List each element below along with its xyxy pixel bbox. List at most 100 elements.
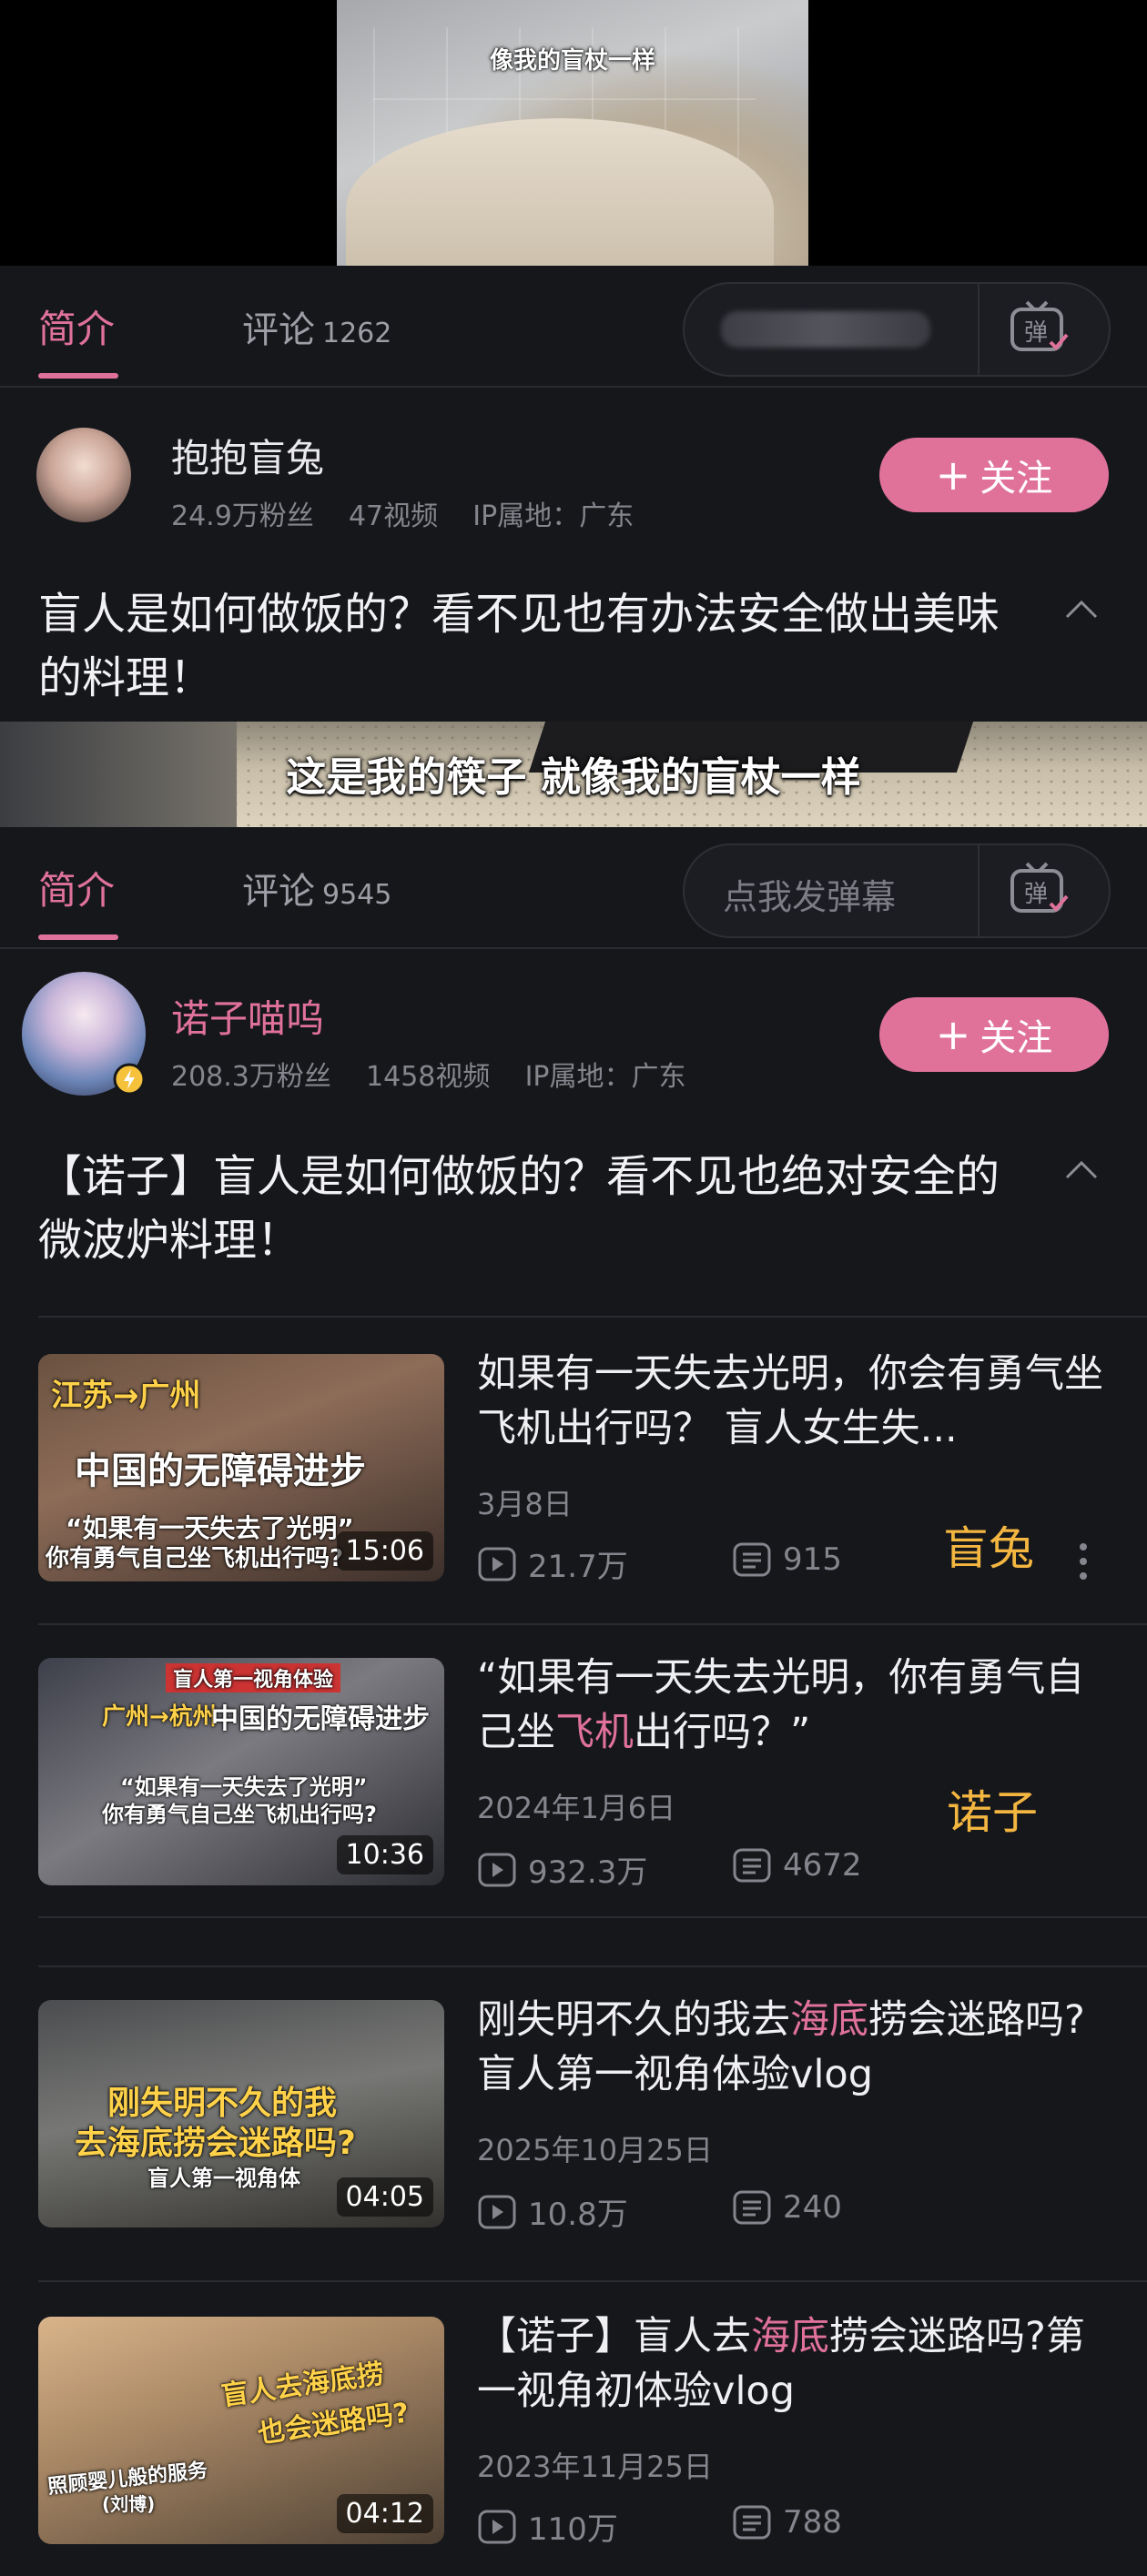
- author-fans: 24.9万粉丝: [171, 500, 314, 532]
- video-card-title[interactable]: 刚失明不久的我去海底捞会迷路吗?盲人第一视角体验vlog: [477, 1993, 1114, 2102]
- follow-button[interactable]: + 关注: [879, 997, 1109, 1072]
- play-icon: [478, 1547, 516, 1581]
- play-count-value: 10.8万: [528, 2197, 628, 2233]
- verified-badge-icon: [113, 1063, 146, 1096]
- video-thumbnail[interactable]: 江苏→广州 中国的无障碍进步 “如果有一天失去了光明” 你有勇气自己坐飞机出行吗…: [38, 1354, 444, 1581]
- danmaku-icon: [733, 1542, 771, 1577]
- title-part: 出行吗？”: [634, 1710, 811, 1755]
- danmaku-placeholder-blurred: [721, 311, 930, 348]
- tab-intro[interactable]: 简介: [38, 298, 115, 354]
- danmaku-count-value: 915: [783, 1541, 842, 1578]
- danmaku-toggle-icon[interactable]: 弹: [1009, 300, 1071, 355]
- divider: [38, 2280, 1147, 2282]
- plus-icon: +: [935, 450, 971, 500]
- danmaku-count-value: 4672: [783, 1847, 862, 1884]
- follow-button[interactable]: + 关注: [879, 438, 1109, 512]
- danmaku-input[interactable]: 弹: [683, 282, 1111, 377]
- thumb-text: 你有勇气自己坐飞机出行吗?: [102, 1802, 377, 1827]
- video-thumbnail[interactable]: 盲人去海底捞 也会迷路吗? 照顾婴儿般的服务 (刘博) 04:12: [38, 2317, 444, 2544]
- thumb-text: 去海底捞会迷路吗?: [75, 2125, 356, 2162]
- play-count: 110万: [477, 2504, 618, 2549]
- thumb-text: 盲人第一视角体: [147, 2166, 300, 2191]
- plus-icon: +: [935, 1010, 971, 1059]
- tab-comments[interactable]: 评论 9545: [242, 862, 391, 914]
- follow-label: 关注: [980, 1017, 1053, 1059]
- danmaku-divider: [978, 845, 980, 936]
- follow-label: 关注: [980, 458, 1053, 500]
- video-thumbnail[interactable]: 盲人第一视角体验 广州→杭州 中国的无障碍进步 “如果有一天失去了光明” 你有勇…: [38, 1658, 444, 1885]
- play-count-value: 110万: [528, 2511, 618, 2548]
- danmaku-icon: [733, 2190, 771, 2225]
- thumb-text: (刘博): [102, 2493, 156, 2515]
- danmaku-icon: [733, 2505, 771, 2540]
- video-date: 2024年1月6日: [477, 1791, 676, 1825]
- author-ip: IP属地：广东: [524, 1061, 686, 1093]
- divider: [38, 1623, 1147, 1625]
- video-card-title[interactable]: “如果有一天失去光明，你有勇气自己坐飞机出行吗？”: [477, 1651, 1114, 1760]
- play-count-value: 932.3万: [528, 1854, 648, 1891]
- author-fans: 208.3万粉丝: [171, 1061, 331, 1093]
- thumb-text: 中国的无障碍进步: [211, 1703, 430, 1735]
- video-subtitle-mid: 这是我的筷子 就像我的盲杖一样: [286, 754, 861, 801]
- play-count: 932.3万: [477, 1847, 647, 1892]
- tab-comments-label: 评论: [242, 871, 315, 913]
- author-videos: 47视频: [348, 500, 439, 532]
- danmaku-count-value: 788: [783, 2504, 842, 2541]
- title-highlight: 海底: [751, 2314, 829, 2359]
- video-card-title[interactable]: 如果有一天失去光明，你会有勇气坐飞机出行吗？ 盲人女生失...: [477, 1347, 1114, 1456]
- danmaku-count: 240: [732, 2189, 842, 2226]
- divider: [38, 1916, 1147, 1918]
- danmaku-input[interactable]: 点我发弹幕 弹: [683, 844, 1111, 938]
- danmaku-count: 4672: [732, 1847, 862, 1884]
- comment-count: 9545: [322, 879, 392, 911]
- video-subtitle: 像我的盲杖一样: [489, 47, 655, 75]
- play-icon: [478, 2195, 516, 2228]
- tab-intro[interactable]: 简介: [38, 860, 115, 915]
- thumb-text: 盲人第一视角体验: [166, 1663, 341, 1692]
- video-duration: 15:06: [336, 1531, 433, 1571]
- video-duration: 04:05: [336, 2177, 433, 2217]
- chevron-up-icon[interactable]: [1063, 1152, 1100, 1188]
- divider: [38, 1965, 1147, 1967]
- video-duration: 10:36: [336, 1835, 433, 1874]
- danmaku-count-value: 240: [783, 2189, 842, 2226]
- play-icon: [478, 2510, 516, 2543]
- video-card-title[interactable]: 【诺子】盲人去海底捞会迷路吗?第一视角初体验vlog: [477, 2309, 1114, 2419]
- thumb-text: 中国的无障碍进步: [75, 1450, 366, 1492]
- annotation-label: 盲兔: [943, 1522, 1034, 1575]
- thumb-text: 你有勇气自己坐飞机出行吗?: [46, 1545, 344, 1572]
- annotation-label: 诺子: [947, 1786, 1038, 1839]
- thumb-text: 广州→杭州: [102, 1703, 217, 1731]
- play-count: 10.8万: [477, 2189, 628, 2234]
- danmaku-icon: [733, 1848, 771, 1883]
- tab-bar: 简介 评论 1262 弹: [0, 266, 1147, 388]
- play-count-value: 21.7万: [528, 1549, 628, 1585]
- comment-count: 1262: [322, 318, 392, 349]
- author-ip: IP属地：广东: [472, 500, 634, 532]
- video-date: 2023年11月25日: [477, 2450, 713, 2484]
- author-videos: 1458视频: [366, 1061, 491, 1093]
- svg-text:弹: 弹: [1024, 319, 1048, 347]
- author-avatar[interactable]: [36, 428, 131, 522]
- video-date: 2025年10月25日: [477, 2133, 713, 2167]
- chevron-up-icon[interactable]: [1063, 591, 1100, 628]
- thumb-text: 江苏→广州: [51, 1378, 201, 1414]
- divider: [38, 1316, 1147, 1318]
- danmaku-toggle-icon[interactable]: 弹: [1009, 862, 1071, 916]
- author-name[interactable]: 诺子喵呜: [171, 988, 324, 1044]
- danmaku-divider: [978, 284, 980, 375]
- author-name[interactable]: 抱抱盲兔: [171, 428, 324, 483]
- more-options-icon[interactable]: [1074, 1541, 1092, 1581]
- video-thumbnail[interactable]: 刚失明不久的我 去海底捞会迷路吗? 盲人第一视角体 04:05: [38, 2000, 444, 2227]
- video-frame[interactable]: [337, 0, 808, 266]
- play-count: 21.7万: [477, 1541, 628, 1586]
- tab-comments-label: 评论: [242, 309, 315, 351]
- author-meta: 24.9万粉丝 47视频 IP属地：广东: [171, 493, 634, 533]
- tab-active-underline: [38, 934, 118, 940]
- title-highlight: 飞机: [555, 1710, 634, 1755]
- tab-comments[interactable]: 评论 1262: [242, 300, 391, 353]
- author-meta: 208.3万粉丝 1458视频 IP属地：广东: [171, 1054, 686, 1094]
- title-part: 【诺子】盲人去: [477, 2314, 751, 2359]
- video-duration: 04:12: [336, 2494, 433, 2533]
- title-part: 刚失明不久的我去: [477, 1997, 790, 2043]
